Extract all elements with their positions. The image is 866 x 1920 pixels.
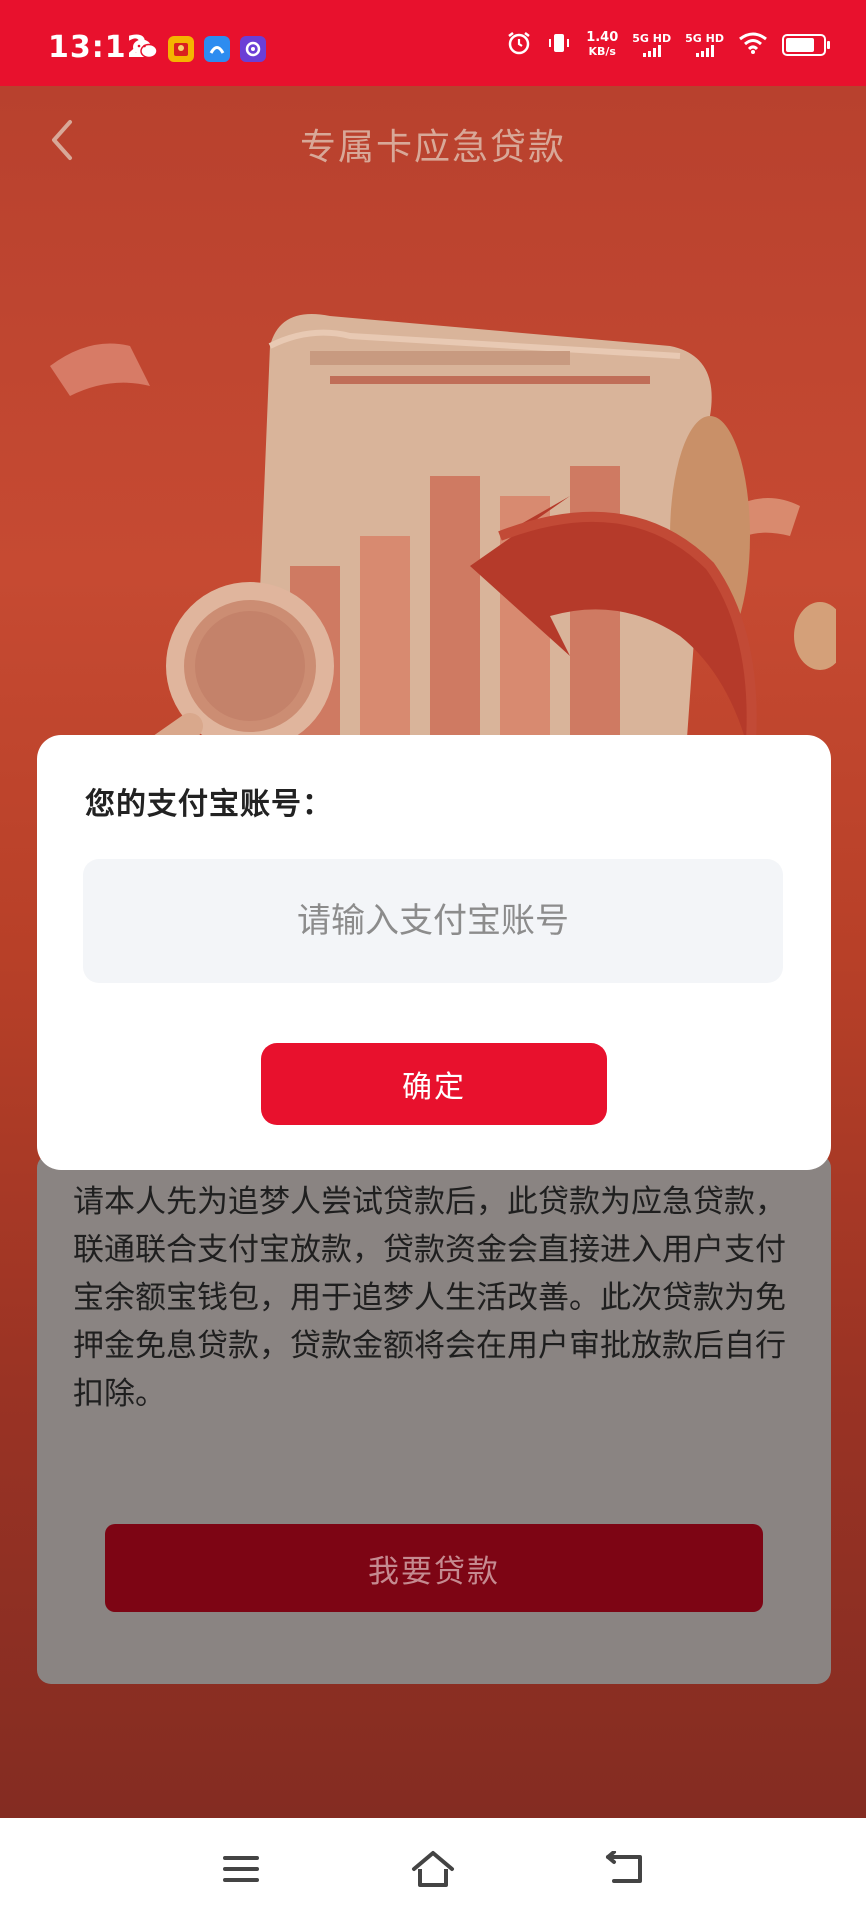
confirm-button[interactable]: 确定	[261, 1043, 607, 1125]
network-speed-unit: KB/s	[588, 45, 616, 58]
wifi-icon	[738, 31, 768, 59]
alipay-account-dialog: 您的支付宝账号： 确定	[37, 735, 831, 1170]
purple-app-icon	[240, 36, 266, 62]
system-navigation-bar	[0, 1818, 866, 1920]
network-speed: 1.40 KB/s	[586, 31, 618, 59]
apply-loan-button[interactable]: 我要贷款	[105, 1524, 763, 1612]
sim2-signal: 5G HD	[685, 33, 724, 57]
blue-app-icon	[204, 36, 230, 62]
page-header: 专属卡应急贷款	[0, 86, 866, 196]
vibrate-icon	[546, 30, 572, 60]
loan-description: 请本人先为追梦人尝试贷款后，此贷款为应急贷款，联通联合支付宝放款，贷款资金会直接…	[73, 1184, 786, 1412]
wechat-icon	[132, 36, 158, 62]
signal-bars-icon	[632, 45, 671, 57]
battery-icon	[782, 34, 830, 56]
red-envelope-app-icon	[168, 36, 194, 62]
notification-icons	[132, 36, 266, 62]
status-bar: 13:12 1.40 KB/s 5G HD 5G HD	[0, 0, 866, 86]
home-icon[interactable]	[408, 1844, 458, 1894]
sim2-label: 5G HD	[685, 32, 724, 45]
signal-bars-icon	[685, 45, 724, 57]
page-title: 专属卡应急贷款	[299, 127, 566, 168]
dialog-label: 您的支付宝账号：	[85, 787, 333, 822]
network-speed-value: 1.40	[586, 30, 619, 45]
status-icons: 1.40 KB/s 5G HD 5G HD	[506, 30, 830, 60]
sim1-signal: 5G HD	[632, 33, 671, 57]
back-icon[interactable]	[600, 1844, 650, 1894]
loan-illustration	[50, 314, 836, 796]
alarm-icon	[506, 30, 532, 60]
loan-info-card: 请本人先为追梦人尝试贷款后，此贷款为应急贷款，联通联合支付宝放款，贷款资金会直接…	[37, 1154, 831, 1684]
sim1-label: 5G HD	[632, 32, 672, 45]
alipay-account-input[interactable]	[83, 859, 783, 983]
menu-icon[interactable]	[216, 1844, 266, 1894]
